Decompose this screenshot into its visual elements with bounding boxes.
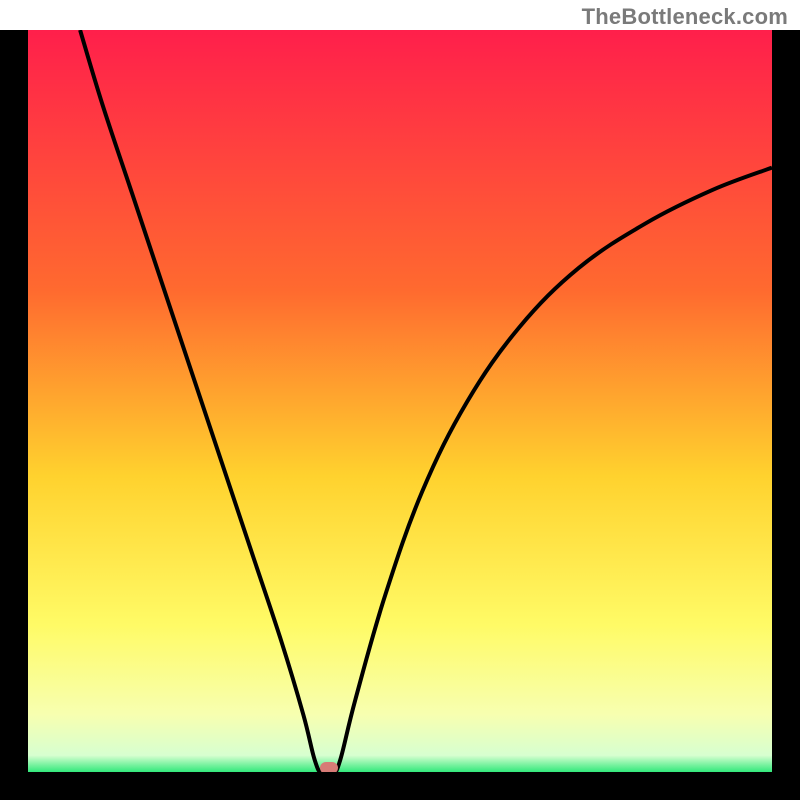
plot-area — [28, 30, 772, 772]
bottleneck-marker — [320, 762, 338, 772]
bottleneck-curve — [28, 30, 772, 772]
plot-frame — [0, 30, 800, 800]
attribution-text: TheBottleneck.com — [582, 4, 788, 30]
chart-container: TheBottleneck.com — [0, 0, 800, 800]
